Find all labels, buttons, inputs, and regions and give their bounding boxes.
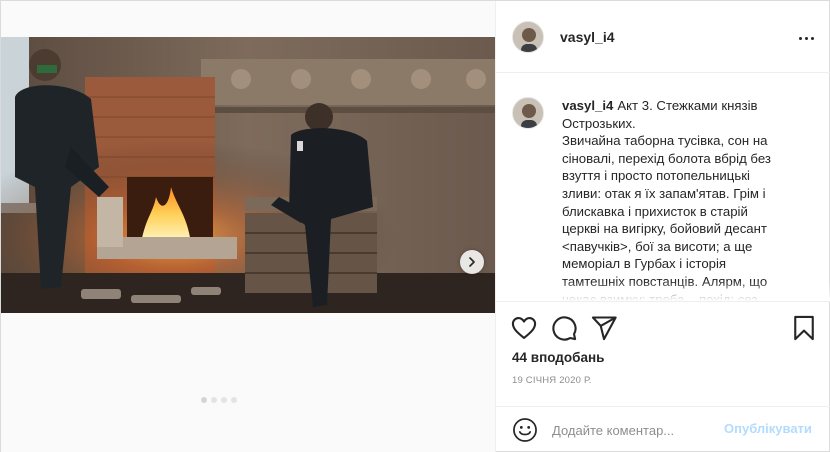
post-caption: vasyl_i4 Акт 3. Стежками князів Острозьки… xyxy=(562,97,819,301)
heart-icon[interactable] xyxy=(510,314,538,342)
post-container: vasyl_i4 vasyl_i4 Акт 3. Стежками князів … xyxy=(0,0,830,452)
post-actions: 44 вподобань 19 січня 2020 р. xyxy=(496,301,830,406)
avatar[interactable] xyxy=(512,21,544,53)
comments-area: vasyl_i4 Акт 3. Стежками князів Острозьки… xyxy=(496,74,830,301)
next-slide-button[interactable] xyxy=(460,250,484,274)
carousel-dot xyxy=(221,397,227,403)
likes-count[interactable]: 44 вподобань xyxy=(512,350,604,365)
post-photo[interactable] xyxy=(1,37,495,313)
add-comment-bar: Опублікувати xyxy=(496,406,830,452)
bookmark-icon[interactable] xyxy=(790,314,818,342)
post-date[interactable]: 19 січня 2020 р. xyxy=(512,375,592,386)
smiley-icon[interactable] xyxy=(512,417,538,443)
caption-avatar[interactable] xyxy=(512,97,544,129)
photo-illustration xyxy=(1,37,495,313)
profile-photo xyxy=(513,22,543,52)
carousel-dot xyxy=(201,397,207,403)
profile-photo xyxy=(513,98,543,128)
more-options-icon[interactable] xyxy=(796,29,816,47)
chevron-right-icon xyxy=(469,257,475,267)
post-details-panel: vasyl_i4 vasyl_i4 Акт 3. Стежками князів … xyxy=(495,1,830,452)
caption-fade xyxy=(496,281,830,301)
comment-input[interactable] xyxy=(552,419,752,441)
carousel-dot xyxy=(231,397,237,403)
post-header: vasyl_i4 xyxy=(496,1,830,73)
carousel-dot xyxy=(211,397,217,403)
carousel-indicators xyxy=(201,397,237,403)
media-column xyxy=(1,1,495,452)
publish-button[interactable]: Опублікувати xyxy=(724,421,812,436)
paper-plane-icon[interactable] xyxy=(590,314,618,342)
caption-text: Акт 3. Стежками князів Острозьких. Звича… xyxy=(562,98,771,301)
username-link[interactable]: vasyl_i4 xyxy=(560,29,615,45)
caption-username[interactable]: vasyl_i4 xyxy=(562,98,613,113)
comment-bubble-icon[interactable] xyxy=(550,314,578,342)
